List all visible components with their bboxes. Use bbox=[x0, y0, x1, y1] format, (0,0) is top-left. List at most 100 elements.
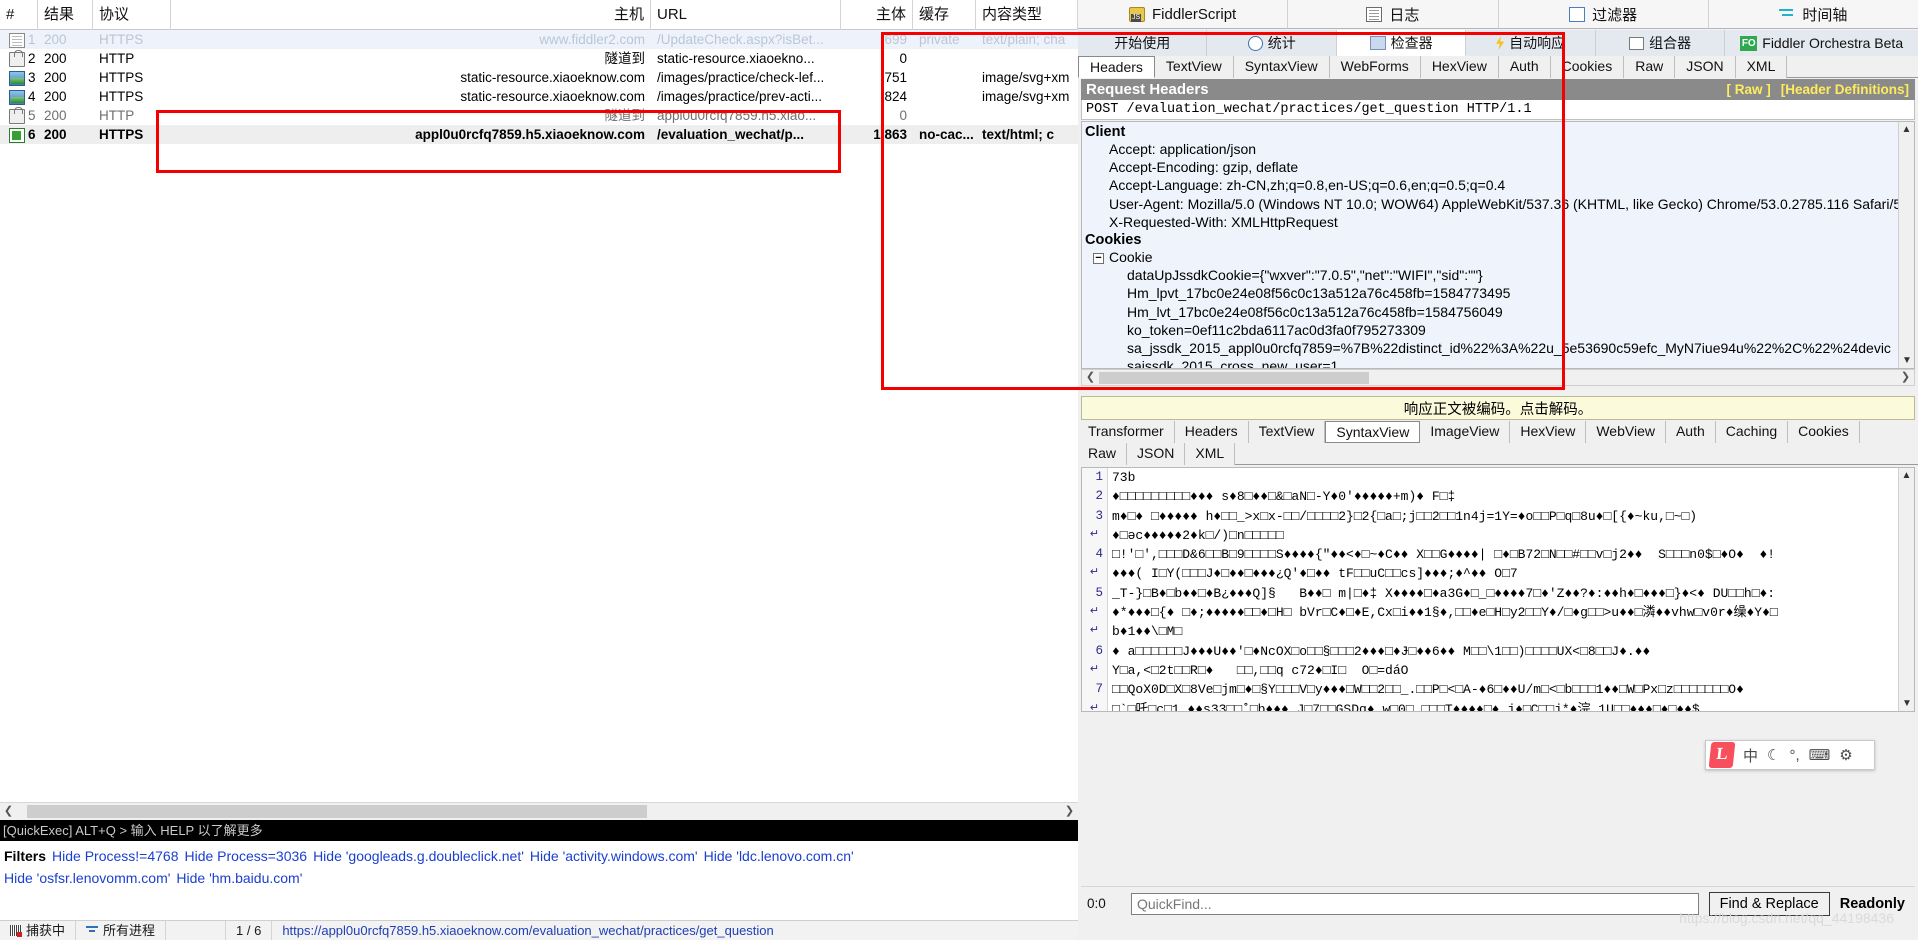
column-header-result[interactable]: 结果 bbox=[38, 0, 93, 30]
tab-request-raw[interactable]: Raw bbox=[1624, 56, 1676, 78]
tab-response-caching[interactable]: Caching bbox=[1715, 421, 1789, 443]
wrap-marker-icon: ↵ bbox=[1089, 567, 1100, 580]
headers-vertical-scrollbar[interactable]: ▲ ▼ bbox=[1898, 122, 1914, 368]
capturing-status[interactable]: 捕获中 bbox=[0, 920, 77, 940]
table-row[interactable]: 3 200 HTTPS static-resource.xiaoeknow.co… bbox=[0, 68, 1078, 87]
table-row[interactable]: 6 200 HTTPS appl0u0rcfq7859.h5.xiaoeknow… bbox=[0, 125, 1078, 144]
tab-response-raw[interactable]: Raw bbox=[1078, 443, 1128, 465]
session-result: 200 bbox=[44, 108, 67, 123]
tab-inspectors[interactable]: 检查器 bbox=[1336, 30, 1467, 56]
line-number: 1 bbox=[1095, 470, 1103, 484]
filter-item[interactable]: Hide 'googleads.g.doubleclick.net' bbox=[313, 848, 524, 864]
ime-chinese-mode-icon[interactable]: 中 bbox=[1743, 745, 1758, 766]
tab-request-xml[interactable]: XML bbox=[1735, 56, 1788, 78]
tab-request-headers[interactable]: Headers bbox=[1078, 56, 1155, 78]
tab-response-cookies[interactable]: Cookies bbox=[1788, 421, 1860, 443]
response-body-syntaxview[interactable]: 1 2 3 ↵ 4 ↵ 5 ↵ ↵ 6 ↵ 7 ↵ ↵ 8 9 73b ♦□□□… bbox=[1081, 467, 1915, 712]
scroll-thumb[interactable] bbox=[1099, 372, 1369, 384]
filter-item[interactable]: Hide 'osfsr.lenovomm.com' bbox=[4, 870, 170, 886]
tab-orchestra[interactable]: FO Fiddler Orchestra Beta bbox=[1725, 30, 1918, 56]
cookie-node[interactable]: − Cookie bbox=[1085, 248, 1914, 266]
tab-label: 统计 bbox=[1267, 35, 1296, 51]
tab-fiddlerscript[interactable]: FiddlerScript bbox=[1078, 0, 1289, 29]
tab-autoresponder[interactable]: 自动响应 bbox=[1466, 30, 1596, 56]
tab-response-headers[interactable]: Headers bbox=[1174, 421, 1249, 443]
tab-response-webview[interactable]: WebView bbox=[1586, 421, 1666, 443]
tab-log[interactable]: 日志 bbox=[1288, 0, 1499, 29]
process-filter[interactable]: 所有进程 bbox=[76, 920, 167, 940]
header-definitions-link[interactable]: [Header Definitions] bbox=[1781, 79, 1909, 100]
moon-icon[interactable]: ☾ bbox=[1767, 746, 1780, 764]
wrap-marker-icon: ↵ bbox=[1089, 663, 1100, 676]
tab-request-auth[interactable]: Auth bbox=[1498, 56, 1551, 78]
tab-response-xml[interactable]: XML bbox=[1185, 443, 1236, 465]
table-row[interactable]: 1 200 HTTPS www.fiddler2.com /UpdateChec… bbox=[0, 30, 1078, 49]
gear-icon[interactable]: ⚙ bbox=[1839, 746, 1852, 764]
session-number: 4 bbox=[28, 89, 36, 104]
table-row[interactable]: 4 200 HTTPS static-resource.xiaoeknow.co… bbox=[0, 87, 1078, 106]
tab-request-json[interactable]: JSON bbox=[1675, 56, 1736, 78]
table-row[interactable]: 5 200 HTTP 隧道到 appl0u0rcfq7859.h5.xiao..… bbox=[0, 106, 1078, 125]
filter-item[interactable]: Hide 'hm.baidu.com' bbox=[176, 870, 302, 886]
tab-timeline[interactable]: 时间轴 bbox=[1708, 0, 1918, 29]
column-header-protocol[interactable]: 协议 bbox=[93, 0, 171, 30]
scroll-up-icon[interactable]: ▲ bbox=[1899, 122, 1914, 137]
tab-request-textview[interactable]: TextView bbox=[1154, 56, 1234, 78]
tab-request-cookies[interactable]: Cookies bbox=[1550, 56, 1625, 78]
tab-response-textview[interactable]: TextView bbox=[1248, 421, 1326, 443]
headers-horizontal-scrollbar[interactable]: ❮ ❯ bbox=[1081, 369, 1915, 386]
keyboard-icon[interactable]: ⌨ bbox=[1809, 746, 1831, 764]
tab-response-syntaxview[interactable]: SyntaxView bbox=[1325, 421, 1421, 443]
code-vertical-scrollbar[interactable]: ▲ ▼ bbox=[1898, 468, 1914, 711]
sessions-horizontal-scrollbar[interactable]: ❮ ❯ bbox=[0, 802, 1078, 820]
line-number-gutter: 1 2 3 ↵ 4 ↵ 5 ↵ ↵ 6 ↵ 7 ↵ ↵ 8 9 bbox=[1082, 468, 1108, 711]
tab-response-hexview[interactable]: HexView bbox=[1510, 421, 1587, 443]
scroll-track[interactable] bbox=[17, 803, 1061, 820]
tab-request-hexview[interactable]: HexView bbox=[1420, 56, 1499, 78]
tab-label: 日志 bbox=[1389, 6, 1420, 24]
scroll-left-icon[interactable]: ❮ bbox=[1082, 369, 1099, 386]
tab-request-webforms[interactable]: WebForms bbox=[1329, 56, 1421, 78]
raw-link[interactable]: [ Raw ] bbox=[1726, 79, 1770, 100]
tab-composer[interactable]: 组合器 bbox=[1595, 30, 1726, 56]
tab-request-syntaxview[interactable]: SyntaxView bbox=[1233, 56, 1330, 78]
ime-toolbar[interactable]: L 中 ☾ °, ⌨ ⚙ bbox=[1705, 740, 1875, 770]
tab-response-auth[interactable]: Auth bbox=[1665, 421, 1716, 443]
quickfind-input[interactable]: QuickFind... bbox=[1131, 892, 1699, 915]
column-header-body[interactable]: 主体 bbox=[841, 0, 913, 30]
code-line: ♦□□□□□□□□□♦♦♦ s♦8□♦♦□&□aN□-Y♦0'♦♦♦♦♦+m)♦… bbox=[1112, 489, 1456, 505]
request-headers-tree[interactable]: Client Accept: application/json Accept-E… bbox=[1081, 121, 1915, 369]
scroll-right-icon[interactable]: ❯ bbox=[1897, 369, 1914, 386]
ime-logo-icon[interactable]: L bbox=[1708, 742, 1736, 768]
scroll-right-icon[interactable]: ❯ bbox=[1061, 803, 1078, 820]
scroll-left-icon[interactable]: ❮ bbox=[0, 803, 17, 820]
header-group-client: Client bbox=[1085, 124, 1126, 140]
filter-item[interactable]: Hide 'ldc.lenovo.com.cn' bbox=[704, 848, 854, 864]
filter-item[interactable]: Hide Process=3036 bbox=[184, 848, 307, 864]
tab-filters[interactable]: 过滤器 bbox=[1498, 0, 1709, 29]
filter-item[interactable]: Hide 'activity.windows.com' bbox=[530, 848, 698, 864]
tab-getting-started[interactable]: 开始使用 bbox=[1078, 30, 1208, 56]
column-header-num[interactable]: # bbox=[0, 0, 38, 30]
autoresponder-icon bbox=[1496, 36, 1505, 50]
column-header-url[interactable]: URL bbox=[651, 0, 841, 30]
session-protocol: HTTP bbox=[99, 108, 135, 123]
tab-statistics[interactable]: 统计 bbox=[1207, 30, 1337, 56]
collapse-icon[interactable]: − bbox=[1093, 252, 1104, 264]
column-header-content-type[interactable]: 内容类型 bbox=[976, 0, 1078, 30]
punctuation-icon[interactable]: °, bbox=[1789, 747, 1799, 764]
scroll-thumb[interactable] bbox=[27, 805, 647, 818]
table-row[interactable]: 2 200 HTTP 隧道到 static-resource.xiaoekno.… bbox=[0, 49, 1078, 68]
tab-response-transformer[interactable]: Transformer bbox=[1078, 421, 1175, 443]
scroll-down-icon[interactable]: ▼ bbox=[1899, 353, 1914, 368]
scroll-down-icon[interactable]: ▼ bbox=[1899, 696, 1914, 711]
tab-response-imageview[interactable]: ImageView bbox=[1420, 421, 1511, 443]
response-encoded-notice[interactable]: 响应正文被编码。点击解码。 bbox=[1081, 396, 1915, 420]
column-header-caching[interactable]: 缓存 bbox=[913, 0, 976, 30]
filter-item[interactable]: Hide Process!=4768 bbox=[52, 848, 178, 864]
session-body: 0 bbox=[899, 51, 907, 66]
scroll-up-icon[interactable]: ▲ bbox=[1899, 468, 1914, 483]
tab-response-json[interactable]: JSON bbox=[1127, 443, 1186, 465]
column-header-host[interactable]: 主机 bbox=[171, 0, 651, 30]
quickexec-input[interactable]: [QuickExec] ALT+Q > 输入 HELP 以了解更多 bbox=[0, 820, 1078, 841]
